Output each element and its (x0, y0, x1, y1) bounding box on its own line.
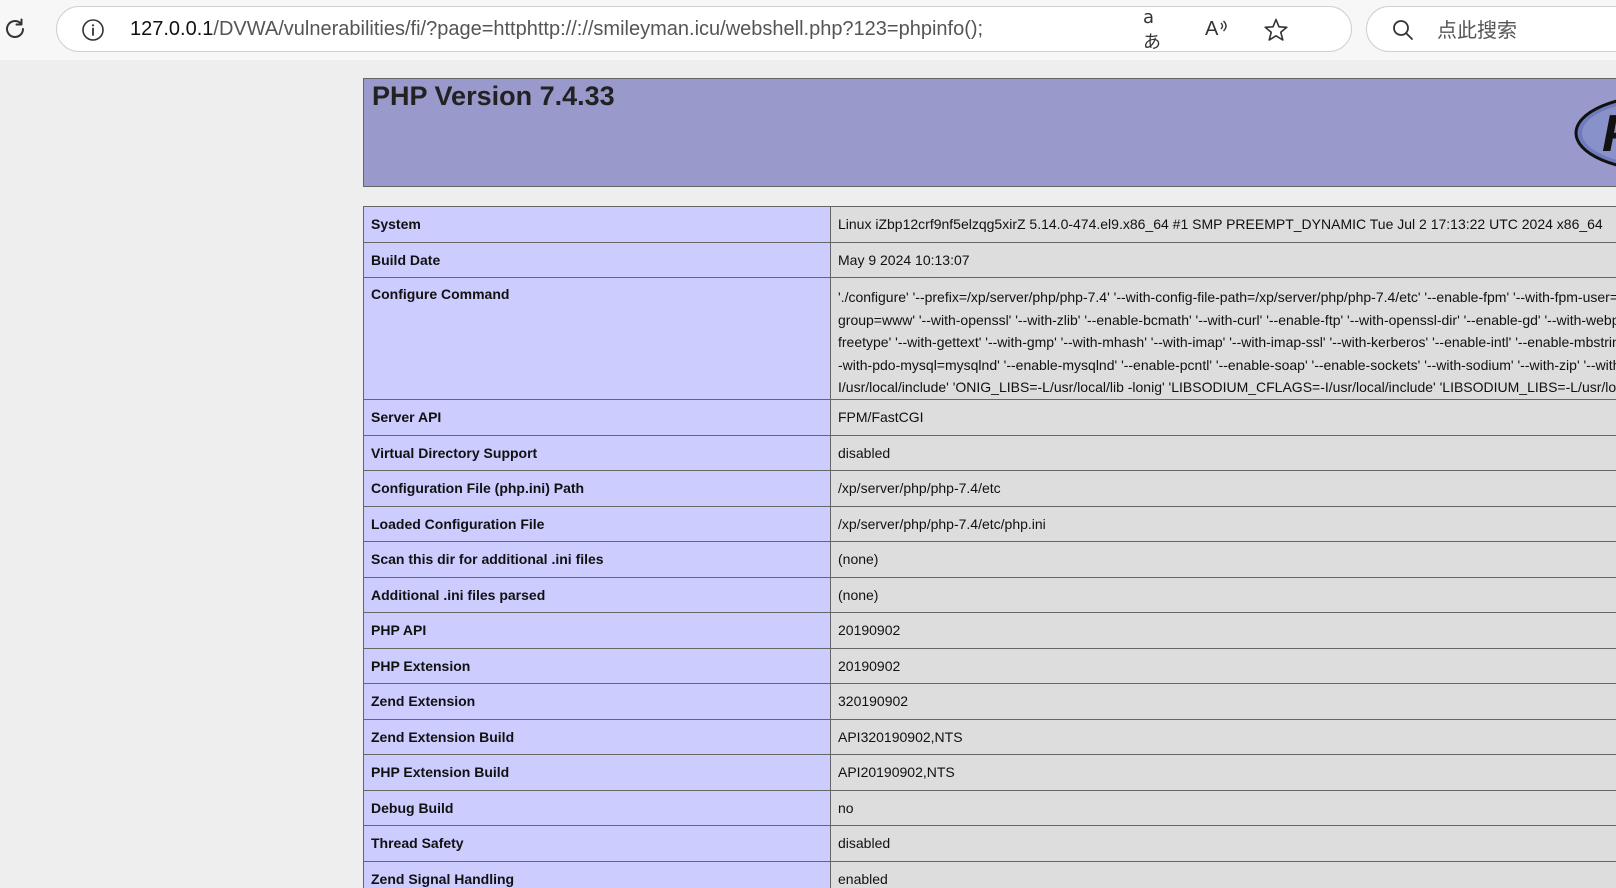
url-path: /DVWA/vulnerabilities/fi/?page=httphttp:… (213, 18, 984, 40)
search-box[interactable] (1366, 6, 1616, 52)
table-row: Scan this dir for additional .ini files(… (363, 541, 1616, 578)
php-logo-text: P (1602, 105, 1616, 163)
row-key: PHP Extension Build (363, 754, 831, 791)
url-host: 127.0.0.1 (130, 18, 214, 40)
site-info-button[interactable] (81, 18, 105, 42)
row-value: no (830, 789, 1616, 826)
search-input[interactable] (1435, 15, 1616, 45)
row-key: Additional .ini files parsed (363, 576, 831, 613)
row-key: PHP Extension (363, 647, 831, 684)
row-key: Zend Signal Handling (363, 860, 831, 888)
table-row: Loaded Configuration File/xp/server/php/… (363, 505, 1616, 542)
page-content[interactable]: PHP Version 7.4.33 P SystemLinux iZbp12c… (0, 60, 1616, 888)
row-value: (none) (830, 576, 1616, 613)
php-version-header: PHP Version 7.4.33 P (363, 78, 1616, 187)
row-key: Loaded Configuration File (363, 505, 831, 542)
translate-icon: aあ (1143, 6, 1161, 53)
configure-command-line: freetype' '--with-gettext' '--with-gmp' … (838, 334, 1616, 350)
row-key: Build Date (363, 241, 831, 278)
row-key: Configure Command (363, 277, 831, 400)
translate-button[interactable]: aあ (1143, 7, 1171, 53)
table-row: Zend Signal Handling enabled (363, 860, 1616, 888)
configure-command-line: I/usr/local/include' 'ONIG_LIBS=-L/usr/l… (838, 379, 1616, 395)
row-key: Thread Safety (363, 825, 831, 862)
star-icon (1264, 18, 1288, 41)
table-row: Additional .ini files parsed (none) (363, 576, 1616, 613)
row-value: May 9 2024 10:13:07 (830, 241, 1616, 278)
row-value: /xp/server/php/php-7.4/etc (830, 470, 1616, 507)
table-row: Debug Build no (363, 789, 1616, 826)
table-row: PHP Extension Build API20190902,NTS (363, 754, 1616, 791)
reload-button[interactable] (0, 14, 30, 44)
row-key: Configuration File (php.ini) Path (363, 470, 831, 507)
row-value: 20190902 (830, 612, 1616, 649)
configure-command-line: './configure' '--prefix=/xp/server/php/p… (838, 289, 1616, 305)
row-key: Server API (363, 399, 831, 436)
table-row: Configuration File (php.ini) Path/xp/ser… (363, 470, 1616, 507)
row-value: API320190902,NTS (830, 718, 1616, 755)
row-value: './configure' '--prefix=/xp/server/php/p… (830, 277, 1616, 400)
table-row: System Linux iZbp12crf9nf5elzqg5xirZ 5.14… (363, 206, 1616, 243)
table-row: Server API FPM/FastCGI (363, 399, 1616, 436)
url-text[interactable]: 127.0.0.1/DVWA/vulnerabilities/fi/?page=… (130, 7, 1230, 51)
row-key: Virtual Directory Support (363, 434, 831, 471)
row-key: System (363, 206, 831, 243)
row-key: Scan this dir for additional .ini files (363, 541, 831, 578)
reload-icon (6, 18, 24, 38)
row-value: disabled (830, 434, 1616, 471)
table-row: PHP Extension 20190902 (363, 647, 1616, 684)
row-value: API20190902,NTS (830, 754, 1616, 791)
configure-command-line: -with-pdo-mysql=mysqlnd' '--enable-mysql… (838, 356, 1616, 373)
table-row: Virtual Directory Support disabled (363, 434, 1616, 471)
favorite-button[interactable] (1262, 16, 1290, 44)
info-icon (82, 19, 104, 41)
address-bar[interactable]: 127.0.0.1/DVWA/vulnerabilities/fi/?page=… (56, 6, 1352, 53)
row-value: /xp/server/php/php-7.4/etc/php.ini (830, 505, 1616, 542)
table-row: Zend Extension 320190902 (363, 683, 1616, 720)
table-row: Thread Safety disabled (363, 825, 1616, 862)
table-row: Build Date May 9 2024 10:13:07 (363, 241, 1616, 278)
row-value: disabled (830, 825, 1616, 862)
row-value: 320190902 (830, 683, 1616, 720)
row-value: 20190902 (830, 647, 1616, 684)
row-key: Zend Extension (363, 683, 831, 720)
row-value: enabled (830, 860, 1616, 888)
php-logo-icon: P (1574, 99, 1616, 167)
table-row: PHP API 20190902 (363, 612, 1616, 649)
read-aloud-button[interactable]: A (1203, 16, 1231, 44)
search-button[interactable] (1391, 18, 1415, 42)
php-info-table: System Linux iZbp12crf9nf5elzqg5xirZ 5.14… (363, 206, 1616, 888)
table-row: Configure Command './configure' '--prefix… (363, 277, 1616, 400)
read-aloud-icon: A (1204, 18, 1230, 42)
row-key: PHP API (363, 612, 831, 649)
row-value: Linux iZbp12crf9nf5elzqg5xirZ 5.14.0-474… (830, 206, 1616, 243)
row-value: (none) (830, 541, 1616, 578)
table-row: Zend Extension Build API320190902,NTS (363, 718, 1616, 755)
row-key: Zend Extension Build (363, 718, 831, 755)
page-title: PHP Version 7.4.33 (372, 81, 615, 111)
configure-command-line: group=www' '--with-openssl' '--with-zlib… (838, 311, 1616, 328)
row-value: FPM/FastCGI (830, 399, 1616, 436)
search-icon (1393, 20, 1413, 40)
browser-toolbar: 127.0.0.1/DVWA/vulnerabilities/fi/?page=… (0, 0, 1616, 60)
row-key: Debug Build (363, 789, 831, 826)
